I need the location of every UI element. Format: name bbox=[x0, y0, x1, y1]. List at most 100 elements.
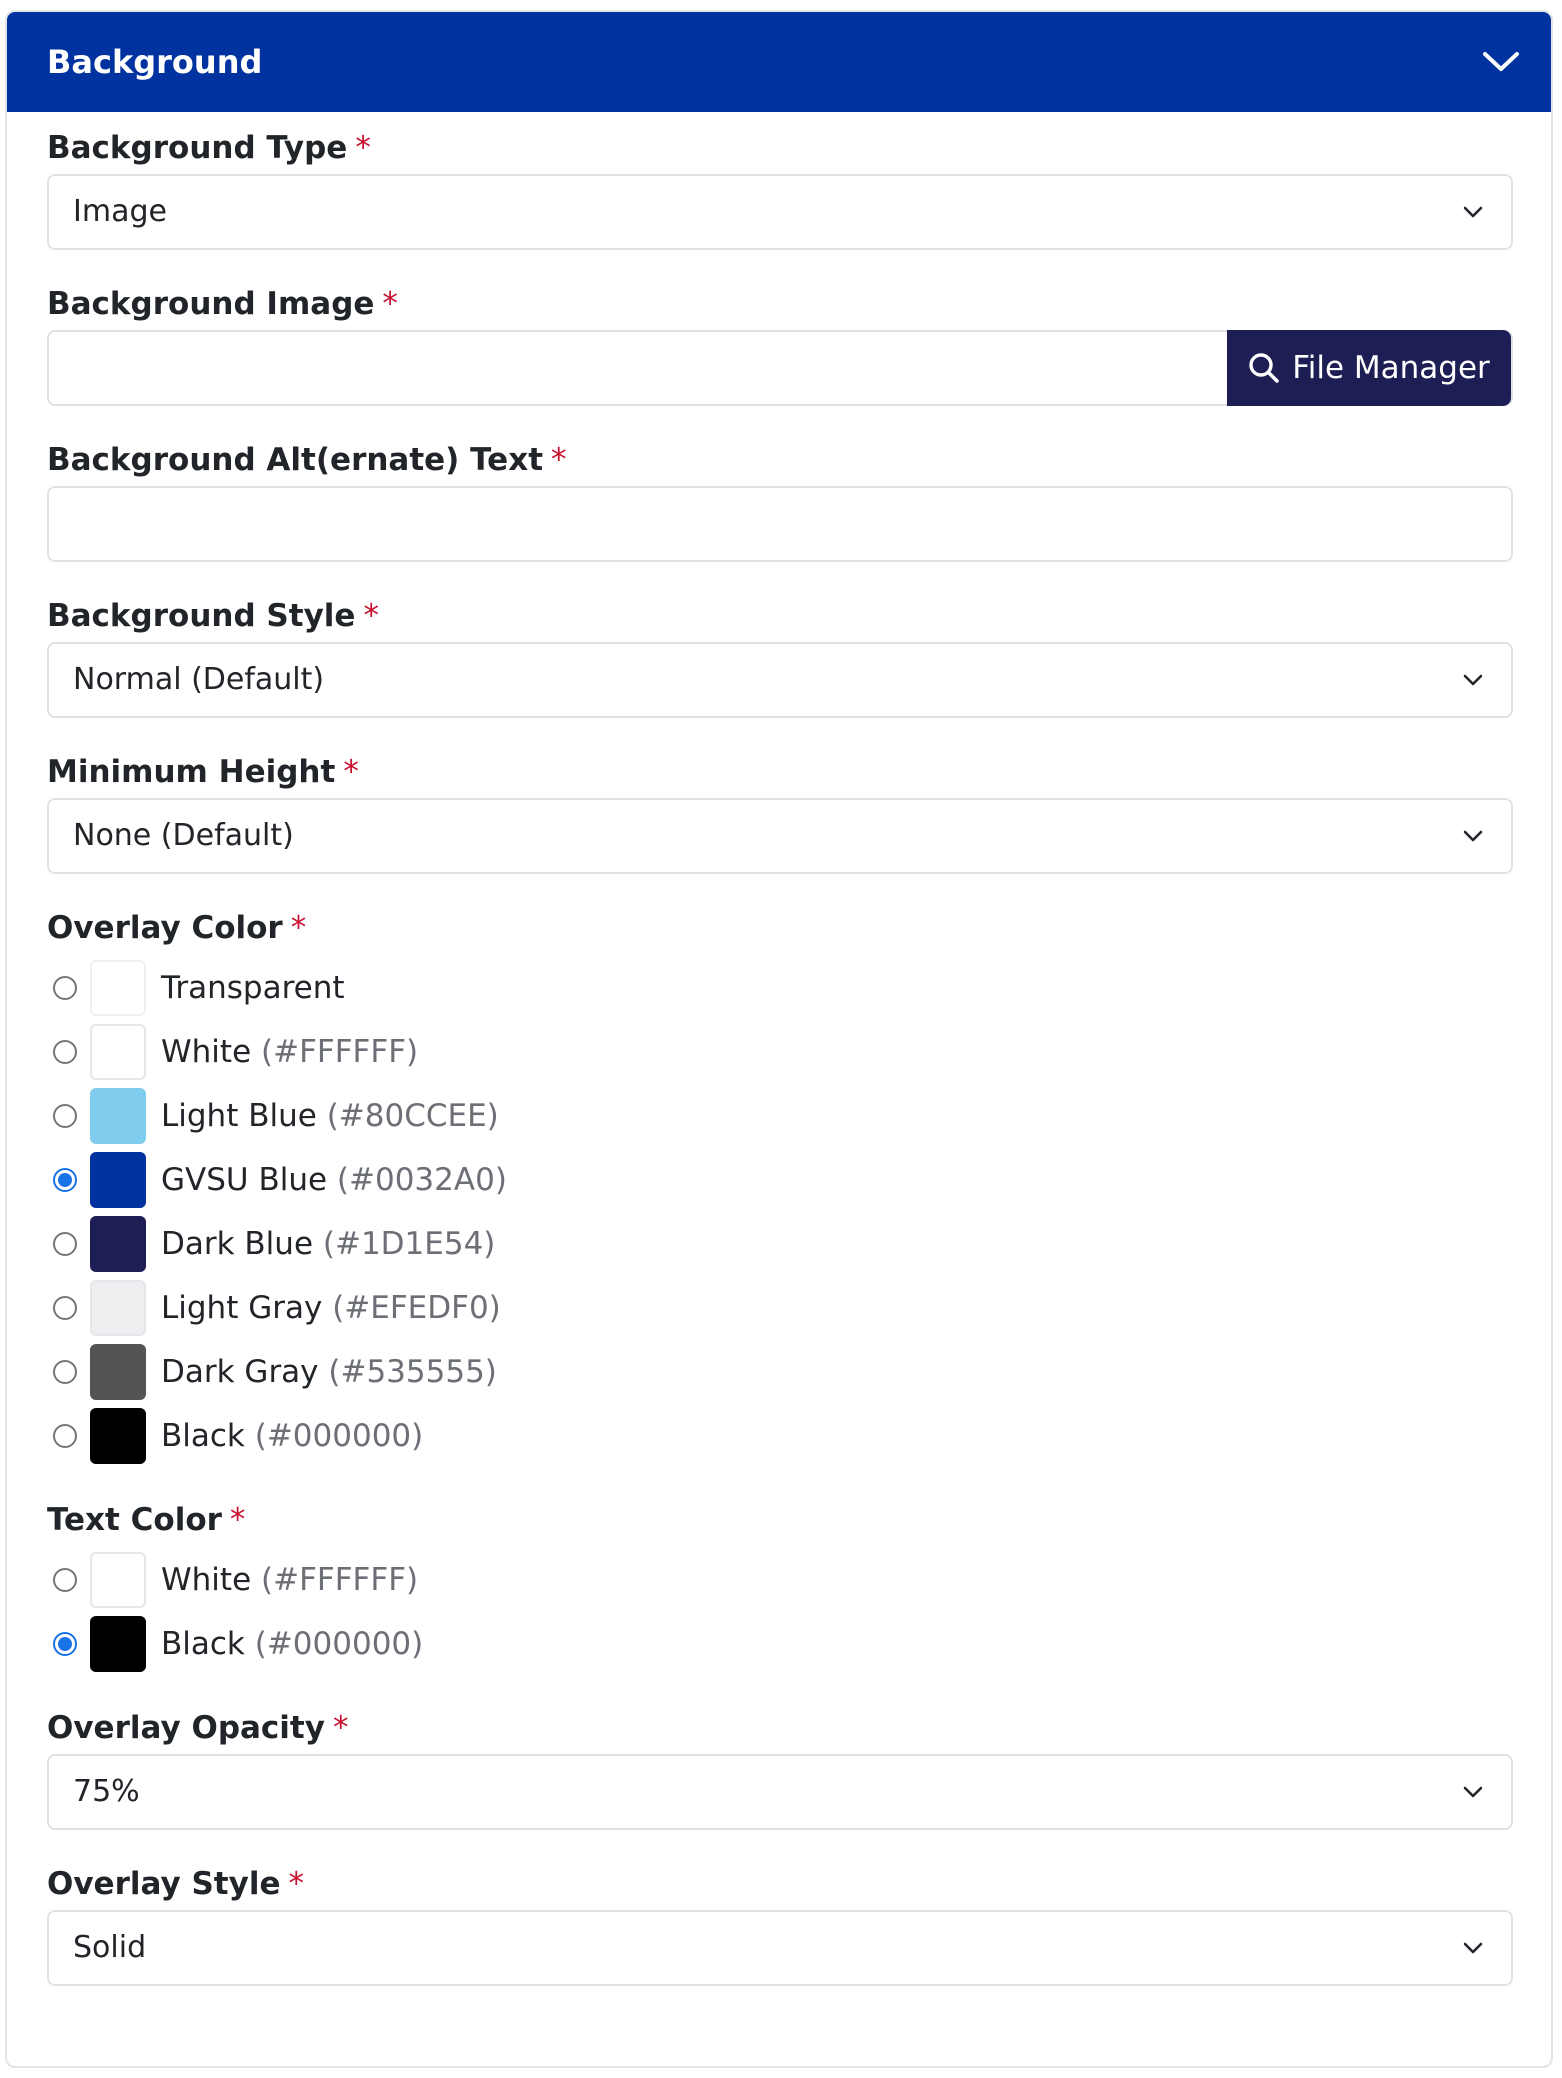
color-swatch bbox=[90, 1088, 146, 1144]
radio-label: GVSU Blue (#0032A0) bbox=[161, 1152, 507, 1208]
color-swatch bbox=[90, 1216, 146, 1272]
color-swatch bbox=[90, 1024, 146, 1080]
color-swatch bbox=[90, 960, 146, 1016]
background-type-select[interactable]: Image bbox=[47, 174, 1513, 250]
select-value: Image bbox=[73, 194, 167, 229]
select-value: 75% bbox=[73, 1774, 140, 1809]
search-icon bbox=[1249, 353, 1279, 383]
required-indicator: * bbox=[229, 1502, 246, 1538]
color-hex: (#0032A0) bbox=[336, 1162, 507, 1198]
color-hex: (#1D1E54) bbox=[322, 1226, 496, 1262]
required-indicator: * bbox=[382, 286, 398, 322]
color-hex: (#000000) bbox=[254, 1626, 424, 1662]
background-style-label: Background Style * bbox=[47, 598, 379, 634]
radio-option[interactable]: Transparent bbox=[47, 960, 847, 1016]
file-manager-button[interactable]: File Manager bbox=[1227, 330, 1511, 406]
panel-header[interactable]: Background bbox=[7, 12, 1551, 112]
radio-label: Black (#000000) bbox=[161, 1616, 423, 1672]
required-indicator: * bbox=[343, 754, 359, 790]
alt-text-input[interactable] bbox=[49, 488, 1511, 560]
required-indicator: * bbox=[290, 910, 307, 946]
select-value: Solid bbox=[73, 1930, 147, 1965]
radio-button[interactable] bbox=[53, 1568, 77, 1592]
alt-text-field bbox=[47, 486, 1513, 562]
required-indicator: * bbox=[363, 598, 379, 634]
color-swatch bbox=[90, 1152, 146, 1208]
color-swatch bbox=[90, 1280, 146, 1336]
color-swatch bbox=[90, 1616, 146, 1672]
color-hex: (#FFFFFF) bbox=[261, 1562, 419, 1598]
file-manager-label: File Manager bbox=[1292, 350, 1490, 386]
color-name: Black bbox=[161, 1626, 245, 1662]
radio-label: Black (#000000) bbox=[161, 1408, 423, 1464]
overlay-style-label: Overlay Style * bbox=[47, 1866, 304, 1902]
required-indicator: * bbox=[355, 130, 371, 166]
color-name: Light Blue bbox=[161, 1098, 317, 1134]
radio-option[interactable]: Black (#000000) bbox=[47, 1616, 847, 1672]
minimum-height-label: Minimum Height * bbox=[47, 754, 359, 790]
radio-label: Transparent bbox=[161, 960, 345, 1016]
radio-label: Light Blue (#80CCEE) bbox=[161, 1088, 499, 1144]
color-name: White bbox=[161, 1562, 252, 1598]
chevron-down-icon bbox=[1463, 830, 1483, 842]
text-color-label: Text Color * bbox=[47, 1502, 246, 1538]
color-name: Dark Blue bbox=[161, 1226, 314, 1262]
chevron-down-icon[interactable] bbox=[1477, 38, 1525, 86]
radio-option[interactable]: Light Blue (#80CCEE) bbox=[47, 1088, 847, 1144]
radio-button[interactable] bbox=[53, 1104, 77, 1128]
radio-button[interactable] bbox=[53, 1168, 77, 1192]
radio-option[interactable]: Light Gray (#EFEDF0) bbox=[47, 1280, 847, 1336]
panel-body: Background Type * Image Background Image *… bbox=[7, 112, 1551, 2066]
radio-option[interactable]: White (#FFFFFF) bbox=[47, 1024, 847, 1080]
color-hex: (#EFEDF0) bbox=[332, 1290, 501, 1326]
color-name: Light Gray bbox=[161, 1290, 323, 1326]
panel-title: Background bbox=[47, 43, 263, 81]
background-image-input[interactable] bbox=[49, 332, 1229, 404]
required-indicator: * bbox=[332, 1710, 349, 1746]
radio-button[interactable] bbox=[53, 1040, 77, 1064]
select-value: Normal (Default) bbox=[73, 662, 325, 697]
radio-button[interactable] bbox=[53, 1232, 77, 1256]
overlay-opacity-select[interactable]: 75% bbox=[47, 1754, 1513, 1830]
radio-button[interactable] bbox=[53, 1360, 77, 1384]
radio-option[interactable]: Dark Gray (#535555) bbox=[47, 1344, 847, 1400]
color-name: Black bbox=[161, 1418, 245, 1454]
background-image-label: Background Image * bbox=[47, 286, 398, 322]
color-hex: (#FFFFFF) bbox=[261, 1034, 419, 1070]
background-style-select[interactable]: Normal (Default) bbox=[47, 642, 1513, 718]
radio-option[interactable]: Dark Blue (#1D1E54) bbox=[47, 1216, 847, 1272]
radio-button[interactable] bbox=[53, 976, 77, 1000]
radio-button[interactable] bbox=[53, 1296, 77, 1320]
chevron-down-icon bbox=[1463, 674, 1483, 686]
radio-button[interactable] bbox=[53, 1632, 77, 1656]
radio-label: Light Gray (#EFEDF0) bbox=[161, 1280, 501, 1336]
color-hex: (#535555) bbox=[328, 1354, 497, 1390]
color-swatch bbox=[90, 1408, 146, 1464]
radio-button[interactable] bbox=[53, 1424, 77, 1448]
color-name: Dark Gray bbox=[161, 1354, 319, 1390]
background-image-field: File Manager bbox=[47, 330, 1513, 406]
chevron-down-icon bbox=[1463, 206, 1483, 218]
radio-label: White (#FFFFFF) bbox=[161, 1552, 418, 1608]
radio-label: White (#FFFFFF) bbox=[161, 1024, 418, 1080]
background-type-label: Background Type * bbox=[47, 130, 371, 166]
required-indicator: * bbox=[288, 1866, 304, 1902]
radio-option[interactable]: GVSU Blue (#0032A0) bbox=[47, 1152, 847, 1208]
color-hex: (#80CCEE) bbox=[326, 1098, 499, 1134]
radio-label: Dark Gray (#535555) bbox=[161, 1344, 497, 1400]
color-hex: (#000000) bbox=[254, 1418, 424, 1454]
overlay-color-label: Overlay Color * bbox=[47, 910, 307, 946]
radio-option[interactable]: Black (#000000) bbox=[47, 1408, 847, 1464]
color-name: White bbox=[161, 1034, 252, 1070]
minimum-height-select[interactable]: None (Default) bbox=[47, 798, 1513, 874]
color-swatch bbox=[90, 1344, 146, 1400]
background-panel: Background Background Type * Image Backgr… bbox=[5, 10, 1553, 2068]
color-name: Transparent bbox=[161, 970, 345, 1006]
radio-label: Dark Blue (#1D1E54) bbox=[161, 1216, 495, 1272]
select-value: None (Default) bbox=[73, 818, 294, 853]
required-indicator: * bbox=[551, 442, 567, 478]
color-name: GVSU Blue bbox=[161, 1162, 328, 1198]
radio-option[interactable]: White (#FFFFFF) bbox=[47, 1552, 847, 1608]
overlay-style-select[interactable]: Solid bbox=[47, 1910, 1513, 1986]
color-swatch bbox=[90, 1552, 146, 1608]
